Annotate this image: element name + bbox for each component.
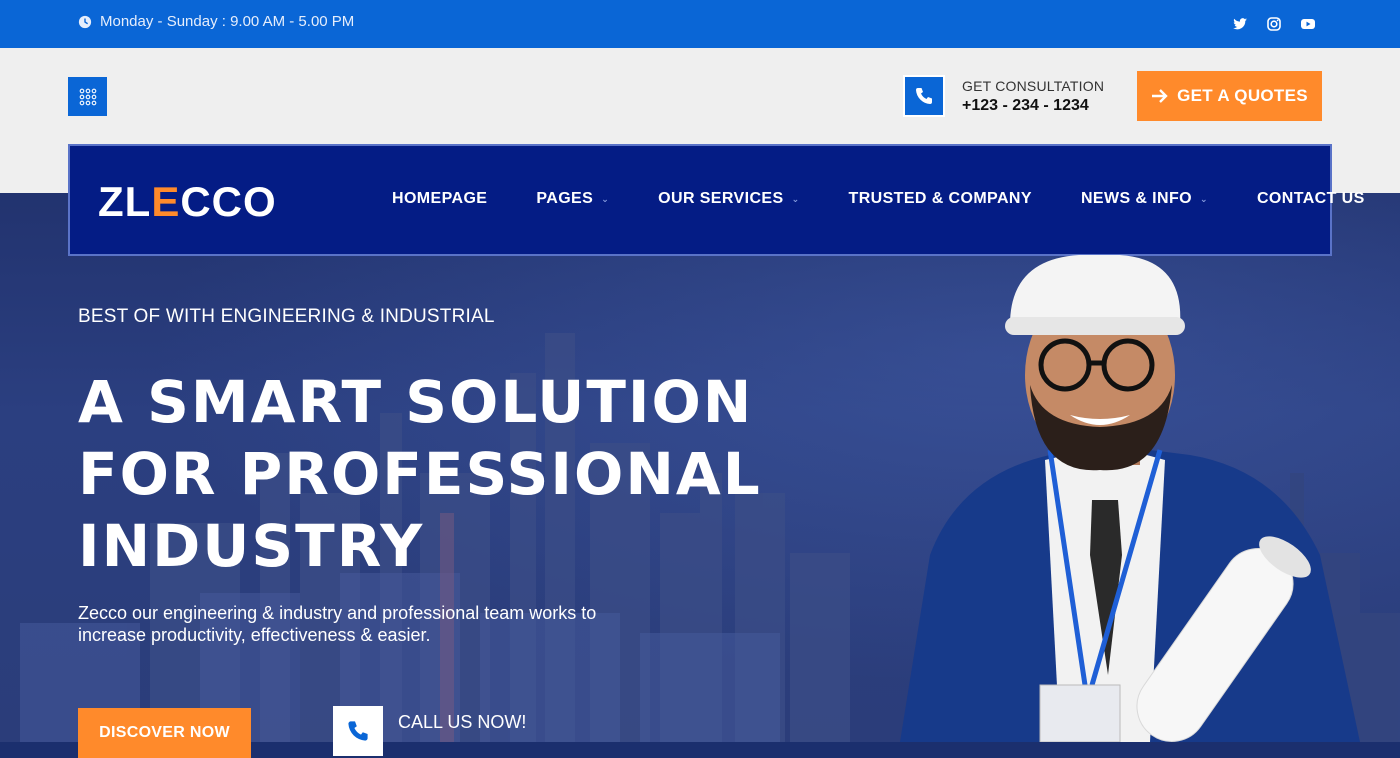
nav-item-news-info[interactable]: NEWS & INFO ⌄ — [1081, 190, 1208, 208]
call-us-icon-box[interactable] — [333, 706, 383, 756]
phone-icon — [348, 721, 368, 741]
consultation-phone-button[interactable] — [903, 75, 945, 117]
headline-line-3: INDUSTRY — [78, 512, 425, 580]
nav-item-homepage[interactable]: HOMEPAGE — [392, 190, 487, 208]
chevron-down-icon: ⌄ — [601, 193, 610, 204]
youtube-icon[interactable] — [1300, 16, 1316, 32]
chevron-down-icon: ⌄ — [791, 193, 800, 204]
engineer-photo — [900, 255, 1360, 742]
hours-text: Monday - Sunday : 9.00 AM - 5.00 PM — [100, 13, 355, 30]
clock-icon — [78, 15, 92, 28]
nav-item-label: OUR SERVICES — [658, 190, 784, 207]
nav-item-contact-us[interactable]: CONTACT US — [1257, 190, 1365, 208]
grid-icon — [79, 88, 96, 105]
logo-text-start: ZL — [98, 178, 152, 225]
phone-icon — [916, 88, 932, 104]
consultation-phone-number[interactable]: +123 - 234 - 1234 — [962, 97, 1089, 115]
get-quotes-button[interactable]: GET A QUOTES — [1137, 71, 1322, 121]
nav-item-label: TRUSTED & COMPANY — [848, 190, 1032, 207]
nav-item-label: PAGES — [536, 190, 594, 207]
logo-text-e: E — [151, 178, 181, 225]
instagram-icon[interactable] — [1266, 16, 1282, 32]
discover-now-button[interactable]: DISCOVER NOW — [78, 708, 251, 758]
hero-eyebrow: BEST OF WITH ENGINEERING & INDUSTRIAL — [78, 306, 495, 327]
opening-hours: Monday - Sunday : 9.00 AM - 5.00 PM — [78, 13, 354, 30]
headline-line-1: A SMART SOLUTION — [78, 368, 754, 436]
hero-description: Zecco our engineering & industry and pro… — [78, 603, 597, 645]
nav-item-label: HOMEPAGE — [392, 190, 488, 207]
menu-grid-button[interactable] — [68, 77, 107, 116]
nav-item-label: CONTACT US — [1256, 190, 1365, 207]
nav-item-our-services[interactable]: OUR SERVICES ⌄ — [658, 190, 799, 208]
logo-text-end: CCO — [180, 178, 277, 225]
nav-item-pages[interactable]: PAGES ⌄ — [536, 190, 609, 208]
main-navbar: ZLECCO HOMEPAGE PAGES ⌄ OUR SERVICES ⌄ TRU… — [68, 144, 1364, 256]
nav-item-trusted-company[interactable]: TRUSTED & COMPANY — [849, 190, 1032, 208]
social-links — [1232, 16, 1316, 32]
consultation-label: GET CONSULTATION — [962, 78, 1105, 94]
nav-menu: HOMEPAGE PAGES ⌄ OUR SERVICES ⌄ TRUSTED & … — [392, 190, 1400, 208]
get-quotes-label: GET A QUOTES — [1177, 86, 1308, 105]
discover-now-label: DISCOVER NOW — [99, 724, 230, 741]
arrow-right-icon — [1152, 89, 1168, 103]
call-us-label: CALL US NOW! — [398, 712, 527, 732]
chevron-down-icon: ⌄ — [1200, 193, 1208, 204]
hero-headline: A SMART SOLUTION FOR PROFESSIONAL INDUST… — [78, 366, 778, 582]
zecco-logo[interactable]: ZLECCO — [98, 178, 277, 226]
twitter-icon[interactable] — [1232, 16, 1248, 32]
headline-line-2: FOR PROFESSIONAL — [78, 440, 762, 508]
top-bar: Monday - Sunday : 9.00 AM - 5.00 PM — [0, 0, 1400, 48]
nav-item-label: NEWS & INFO — [1080, 190, 1193, 207]
